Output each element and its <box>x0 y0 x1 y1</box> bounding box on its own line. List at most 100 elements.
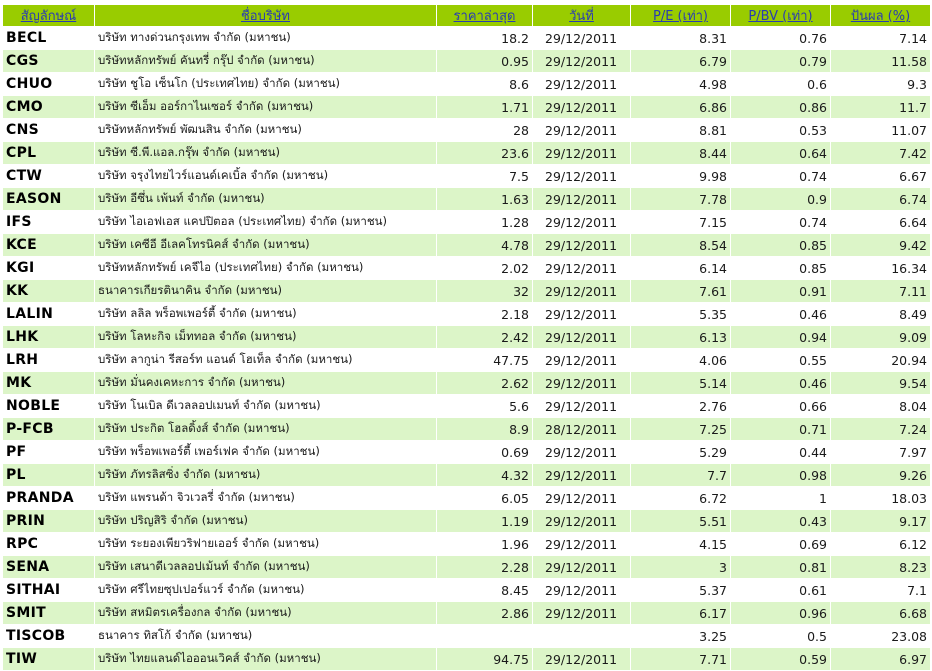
cell-date: 29/12/2011 <box>532 486 631 510</box>
cell-price: 1.71 <box>436 95 533 119</box>
cell-pe: 4.06 <box>630 348 731 372</box>
cell-symbol: P-FCB <box>2 417 95 441</box>
cell-symbol: CGS <box>2 49 95 73</box>
cell-price: 0.95 <box>436 49 533 73</box>
cell-symbol: CMO <box>2 95 95 119</box>
table-row: CGS บริษัทหลักทรัพย์ คันทรี่ กรุ๊ป จำกัด … <box>2 49 931 73</box>
table-row: KK ธนาคารเกียรตินาคิน จำกัด (มหาชน) 32 29/1… <box>2 279 931 303</box>
cell-price: 2.28 <box>436 555 533 579</box>
cell-dividend: 11.07 <box>830 118 931 142</box>
cell-pbv: 1 <box>730 486 831 510</box>
cell-pe: 7.61 <box>630 279 731 303</box>
cell-dividend: 8.04 <box>830 394 931 418</box>
cell-dividend: 9.54 <box>830 371 931 395</box>
cell-date <box>532 624 631 648</box>
cell-price: 2.18 <box>436 302 533 326</box>
cell-company: บริษัท ลลิล พร็อพเพอร์ตี้ จำกัด (มหาชน) <box>94 302 437 326</box>
header-company[interactable]: ชื่อบริษัท <box>94 4 437 27</box>
header-date[interactable]: วันที่ <box>532 4 631 27</box>
header-pe[interactable]: P/E (เท่า) <box>630 4 731 27</box>
cell-pbv: 0.79 <box>730 49 831 73</box>
cell-date: 29/12/2011 <box>532 26 631 50</box>
cell-dividend: 9.17 <box>830 509 931 533</box>
cell-company: บริษัท ปริญสิริ จำกัด (มหาชน) <box>94 509 437 533</box>
cell-symbol: IFS <box>2 210 95 234</box>
cell-pbv: 0.6 <box>730 72 831 96</box>
cell-dividend: 6.74 <box>830 187 931 211</box>
cell-price: 18.2 <box>436 26 533 50</box>
cell-pbv: 0.98 <box>730 463 831 487</box>
cell-company: บริษัท ทางด่วนกรุงเทพ จำกัด (มหาชน) <box>94 26 437 50</box>
cell-date: 29/12/2011 <box>532 302 631 326</box>
table-row: IFS บริษัท ไอเอฟเอส แคปปิตอล (ประเทศไทย) … <box>2 210 931 234</box>
table-row: LHK บริษัท โลหะกิจ เม็ททอล จำกัด (มหาชน) 2… <box>2 325 931 349</box>
cell-company: บริษัท โลหะกิจ เม็ททอล จำกัด (มหาชน) <box>94 325 437 349</box>
cell-dividend: 7.97 <box>830 440 931 464</box>
cell-dividend: 16.34 <box>830 256 931 280</box>
cell-date: 29/12/2011 <box>532 164 631 188</box>
cell-pbv: 0.66 <box>730 394 831 418</box>
cell-company: บริษัท สหมิตรเครื่องกล จำกัด (มหาชน) <box>94 601 437 625</box>
cell-price: 4.32 <box>436 463 533 487</box>
cell-company: บริษัท ซี.พี.แอล.กรุ๊พ จำกัด (มหาชน) <box>94 141 437 165</box>
header-dividend[interactable]: ปันผล (%) <box>830 4 931 27</box>
cell-pe: 9.98 <box>630 164 731 188</box>
header-pbv[interactable]: P/BV (เท่า) <box>730 4 831 27</box>
cell-company: ธนาคาร ทิสโก้ จำกัด (มหาชน) <box>94 624 437 648</box>
cell-symbol: KCE <box>2 233 95 257</box>
cell-company: บริษัท ชูโอ เซ็นโก (ประเทศไทย) จำกัด (มห… <box>94 72 437 96</box>
cell-pe: 7.15 <box>630 210 731 234</box>
cell-company: บริษัทหลักทรัพย์ คันทรี่ กรุ๊ป จำกัด (มห… <box>94 49 437 73</box>
cell-date: 29/12/2011 <box>532 555 631 579</box>
cell-date: 28/12/2011 <box>532 417 631 441</box>
cell-price: 8.45 <box>436 578 533 602</box>
cell-pbv: 0.64 <box>730 141 831 165</box>
cell-company: บริษัท ศรีไทยซุปเปอร์แวร์ จำกัด (มหาชน) <box>94 578 437 602</box>
cell-price: 1.96 <box>436 532 533 556</box>
cell-dividend: 7.14 <box>830 26 931 50</box>
cell-pbv: 0.94 <box>730 325 831 349</box>
cell-price: 2.86 <box>436 601 533 625</box>
table-row: CTW บริษัท จรุงไทยไวร์แอนด์เคเบิ้ล จำกัด … <box>2 164 931 188</box>
cell-date: 29/12/2011 <box>532 233 631 257</box>
cell-pe: 8.81 <box>630 118 731 142</box>
cell-dividend: 9.3 <box>830 72 931 96</box>
cell-pe: 8.31 <box>630 26 731 50</box>
cell-company: บริษัท จรุงไทยไวร์แอนด์เคเบิ้ล จำกัด (มห… <box>94 164 437 188</box>
cell-pe: 6.72 <box>630 486 731 510</box>
table-row: TISCOB ธนาคาร ทิสโก้ จำกัด (มหาชน) 3.25 0.5… <box>2 624 931 648</box>
table-row: LALIN บริษัท ลลิล พร็อพเพอร์ตี้ จำกัด (มห… <box>2 302 931 326</box>
cell-pbv: 0.46 <box>730 371 831 395</box>
table-row: RPC บริษัท ระยองเพียวริฟายเออร์ จำกัด (มห… <box>2 532 931 556</box>
cell-pe: 6.13 <box>630 325 731 349</box>
cell-date: 29/12/2011 <box>532 348 631 372</box>
cell-price: 8.6 <box>436 72 533 96</box>
cell-symbol: PL <box>2 463 95 487</box>
cell-date: 29/12/2011 <box>532 509 631 533</box>
cell-price: 1.28 <box>436 210 533 234</box>
cell-symbol: LHK <box>2 325 95 349</box>
cell-dividend: 6.64 <box>830 210 931 234</box>
cell-pe: 5.29 <box>630 440 731 464</box>
header-price[interactable]: ราคาล่าสุด <box>436 4 533 27</box>
cell-pbv: 0.43 <box>730 509 831 533</box>
cell-price: 4.78 <box>436 233 533 257</box>
cell-pe: 4.15 <box>630 532 731 556</box>
table-row: SITHAI บริษัท ศรีไทยซุปเปอร์แวร์ จำกัด (ม… <box>2 578 931 602</box>
cell-price: 8.9 <box>436 417 533 441</box>
header-symbol[interactable]: สัญลักษณ์ <box>2 4 95 27</box>
cell-symbol: PF <box>2 440 95 464</box>
table-row: PRANDA บริษัท แพรนด้า จิวเวลรี่ จำกัด (มห… <box>2 486 931 510</box>
cell-pe: 6.79 <box>630 49 731 73</box>
cell-pe: 3.25 <box>630 624 731 648</box>
table-row: EASON บริษัท อีซึ่น เพ้นท์ จำกัด (มหาชน) 1… <box>2 187 931 211</box>
cell-symbol: KK <box>2 279 95 303</box>
cell-symbol: KGI <box>2 256 95 280</box>
cell-symbol: SENA <box>2 555 95 579</box>
cell-pe: 7.7 <box>630 463 731 487</box>
header-row: สัญลักษณ์ ชื่อบริษัท ราคาล่าสุด วันที่ P… <box>2 4 931 27</box>
cell-date: 29/12/2011 <box>532 601 631 625</box>
cell-date: 29/12/2011 <box>532 210 631 234</box>
cell-pe: 6.14 <box>630 256 731 280</box>
cell-pbv: 0.61 <box>730 578 831 602</box>
